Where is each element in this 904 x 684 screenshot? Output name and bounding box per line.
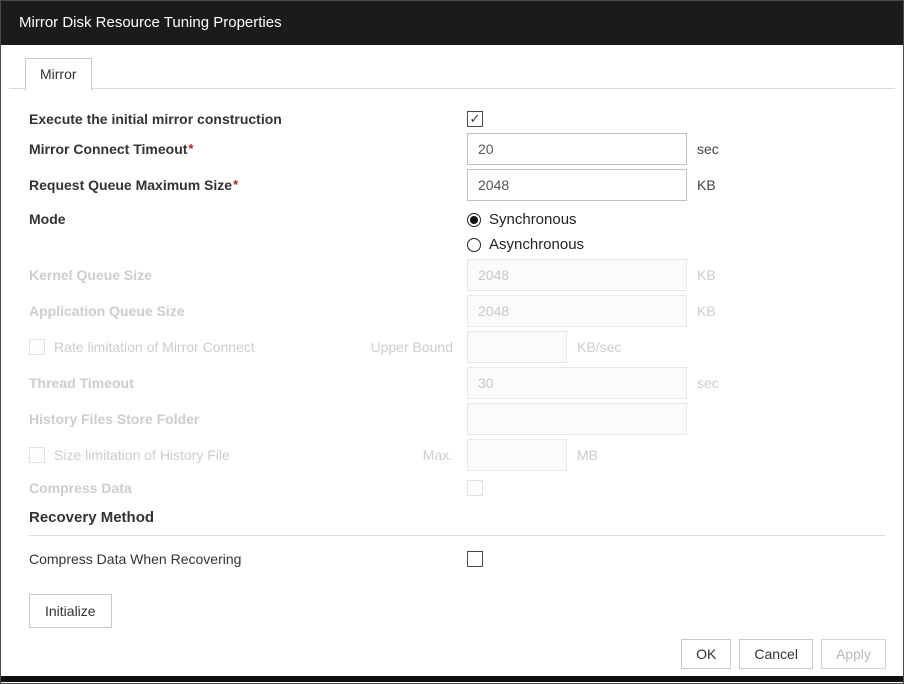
row-compress-recovering: Compress Data When Recovering xyxy=(29,548,885,570)
required-asterisk: * xyxy=(233,177,238,192)
thread-timeout-label: Thread Timeout xyxy=(29,375,134,391)
max-size-unit: MB xyxy=(577,447,598,463)
compress-data-label: Compress Data xyxy=(29,480,132,496)
dialog-footer: OK Cancel Apply xyxy=(681,639,886,669)
execute-initial-label: Execute the initial mirror construction xyxy=(29,111,282,127)
max-size-input xyxy=(467,439,567,471)
max-label: Max. xyxy=(423,447,453,463)
kernel-queue-size-input xyxy=(467,259,687,291)
size-limitation-checkbox xyxy=(29,447,45,463)
check-icon: ✓ xyxy=(470,111,481,127)
mode-label: Mode xyxy=(29,211,66,227)
dialog-bottom-strip xyxy=(1,676,903,682)
mirror-connect-timeout-input[interactable] xyxy=(467,133,687,165)
required-asterisk: * xyxy=(188,141,193,156)
row-kernel-queue-size: Kernel Queue Size KB xyxy=(29,259,885,291)
row-compress-data: Compress Data xyxy=(29,477,885,499)
kernel-queue-size-unit: KB xyxy=(697,267,716,283)
apply-button: Apply xyxy=(821,639,886,669)
radio-asynchronous[interactable] xyxy=(467,238,481,252)
thread-timeout-input xyxy=(467,367,687,399)
request-queue-max-unit: KB xyxy=(697,177,716,193)
mode-option-asynchronous: Asynchronous xyxy=(467,232,584,257)
row-mirror-connect-timeout: Mirror Connect Timeout* sec xyxy=(29,133,885,165)
history-folder-label: History Files Store Folder xyxy=(29,411,199,427)
size-limitation-label: Size limitation of History File xyxy=(54,447,230,463)
row-history-folder: History Files Store Folder xyxy=(29,403,885,435)
row-thread-timeout: Thread Timeout sec xyxy=(29,367,885,399)
cancel-button[interactable]: Cancel xyxy=(739,639,813,669)
application-queue-size-label: Application Queue Size xyxy=(29,303,185,319)
row-mode: Mode Synchronous Asynchronous xyxy=(29,207,885,257)
execute-initial-checkbox[interactable]: ✓ xyxy=(467,111,483,127)
row-rate-limitation: Rate limitation of Mirror Connect Upper … xyxy=(29,331,885,363)
request-queue-max-label: Request Queue Maximum Size* xyxy=(29,177,238,193)
history-folder-input xyxy=(467,403,687,435)
mirror-tab-panel: Execute the initial mirror construction … xyxy=(1,89,903,628)
kernel-queue-size-label: Kernel Queue Size xyxy=(29,267,152,283)
upper-bound-label: Upper Bound xyxy=(370,339,453,355)
recovery-method-heading: Recovery Method xyxy=(29,509,885,536)
upper-bound-input xyxy=(467,331,567,363)
row-execute-initial: Execute the initial mirror construction … xyxy=(29,108,885,130)
compress-recovering-label: Compress Data When Recovering xyxy=(29,551,241,567)
request-queue-max-input[interactable] xyxy=(467,169,687,201)
tab-mirror[interactable]: Mirror xyxy=(25,58,92,91)
row-application-queue-size: Application Queue Size KB xyxy=(29,295,885,327)
application-queue-size-unit: KB xyxy=(697,303,716,319)
mirror-disk-tuning-dialog: Mirror Disk Resource Tuning Properties M… xyxy=(0,0,904,684)
dialog-title: Mirror Disk Resource Tuning Properties xyxy=(1,1,903,45)
radio-synchronous[interactable] xyxy=(467,213,481,227)
rate-limitation-checkbox xyxy=(29,339,45,355)
rate-limitation-label: Rate limitation of Mirror Connect xyxy=(54,339,255,355)
thread-timeout-unit: sec xyxy=(697,375,719,391)
tab-bar: Mirror xyxy=(9,58,895,89)
radio-asynchronous-label: Asynchronous xyxy=(489,236,584,253)
compress-recovering-checkbox[interactable] xyxy=(467,551,483,567)
initialize-button[interactable]: Initialize xyxy=(29,594,112,628)
mirror-connect-timeout-label: Mirror Connect Timeout* xyxy=(29,141,193,157)
row-request-queue-max: Request Queue Maximum Size* KB xyxy=(29,169,885,201)
radio-synchronous-label: Synchronous xyxy=(489,211,577,228)
mode-option-synchronous: Synchronous xyxy=(467,207,584,232)
ok-button[interactable]: OK xyxy=(681,639,731,669)
application-queue-size-input xyxy=(467,295,687,327)
upper-bound-unit: KB/sec xyxy=(577,339,621,355)
compress-data-checkbox xyxy=(467,480,483,496)
row-size-limitation: Size limitation of History File Max. MB xyxy=(29,439,885,471)
mirror-connect-timeout-unit: sec xyxy=(697,141,719,157)
